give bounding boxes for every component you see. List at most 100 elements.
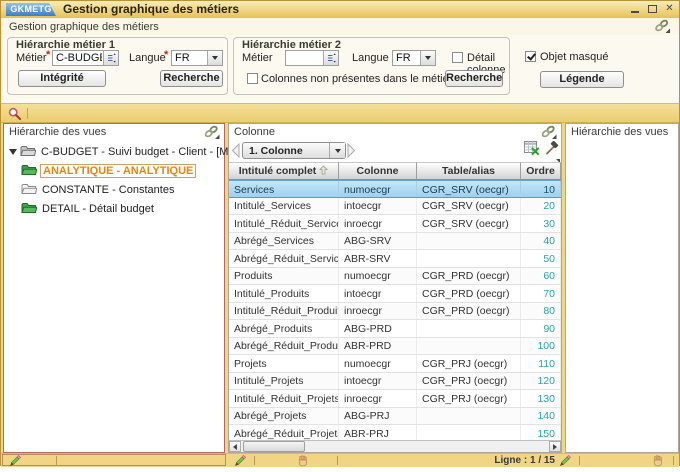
- transaction-code-tab[interactable]: GKMETG: [6, 3, 56, 16]
- metier2-label: Métier: [242, 52, 273, 64]
- table-row[interactable]: Abrégé_ProjetsABG-PRJ140: [229, 408, 561, 426]
- column-header-ordre[interactable]: Ordre: [521, 162, 561, 180]
- table-row[interactable]: Abrégé_Réduit_ProduitsABR-PRD100: [229, 338, 561, 356]
- recherche-button-2[interactable]: Recherche: [445, 70, 503, 87]
- column-toolbar: 1. Colonne: [229, 140, 561, 162]
- list-picker-icon[interactable]: [103, 51, 118, 65]
- cell-table-alias: CGR_PRJ (oecgr): [417, 373, 521, 390]
- column-header-table-alias[interactable]: Table/alias: [417, 162, 521, 180]
- recherche-button-1[interactable]: Recherche: [160, 70, 223, 87]
- column-header-intitule[interactable]: Intitulé complet: [229, 162, 339, 180]
- list-picker-icon[interactable]: [323, 51, 338, 65]
- cell-ordre: 10: [521, 181, 561, 197]
- cell-ordre: 40: [521, 233, 561, 250]
- column-header-label: Ordre: [526, 165, 555, 177]
- integrite-button[interactable]: Intégrité: [18, 70, 106, 87]
- table-row[interactable]: Intitulé_ServicesintoecgrCGR_SRV (oecgr)…: [229, 198, 561, 216]
- divider: [56, 456, 57, 465]
- table-row[interactable]: Intitulé_Réduit_ProjetsinroecgrCGR_PRJ (…: [229, 390, 561, 408]
- panel-title: Colonne: [234, 126, 275, 138]
- table-row[interactable]: Abrégé_ServicesABG-SRV40: [229, 233, 561, 251]
- cell-ordre: 50: [521, 250, 561, 267]
- divider: [254, 456, 255, 465]
- chevron-down-icon[interactable]: [420, 51, 435, 65]
- sort-asc-icon: [319, 165, 328, 178]
- view-selector-dropdown[interactable]: 1. Colonne: [242, 142, 346, 159]
- scroll-left-icon[interactable]: [229, 441, 241, 452]
- langue-value: FR: [175, 52, 206, 64]
- cell-table-alias: [417, 408, 521, 425]
- tree-item-label: CONSTANTE - Constantes: [40, 184, 176, 196]
- cell-ordre: 120: [521, 373, 561, 390]
- panel-title: Hiérarchie des vues: [571, 126, 668, 138]
- cell-intitule-complet: Abrégé_Projets: [229, 408, 339, 425]
- cell-ordre: 130: [521, 390, 561, 407]
- table-row[interactable]: Intitulé_ProduitsintoecgrCGR_PRD (oecgr)…: [229, 285, 561, 303]
- panel-hierarchie-des-vues-2: Hiérarchie des vues: [565, 123, 679, 453]
- metier2-combobox[interactable]: [285, 50, 339, 66]
- divider: [337, 456, 338, 465]
- chevron-down-icon[interactable]: [207, 51, 222, 65]
- panel-colonne: Colonne 1. Colonne: [228, 123, 562, 453]
- cell-ordre: 90: [521, 320, 561, 337]
- cell-intitule-complet: Produits: [229, 268, 339, 285]
- legende-button[interactable]: Légende: [540, 71, 624, 88]
- panel-header: Hiérarchie des vues: [4, 124, 224, 140]
- table-row[interactable]: Intitulé_Réduit_ServicesinroecgrCGR_SRV …: [229, 215, 561, 233]
- group-hierarchie-metier-1: Hiérarchie métier 1 Métier * C-BUDGET La…: [7, 37, 228, 95]
- cell-colonne: inroecgr: [339, 215, 417, 232]
- status-bar: Ligne : 1 / 15: [1, 453, 679, 467]
- table-row[interactable]: Intitulé_Réduit_ProduitsinroecgrCGR_PRD …: [229, 303, 561, 321]
- maximize-icon[interactable]: [647, 4, 658, 14]
- tools-hammer-icon[interactable]: [544, 141, 559, 161]
- app-window: GKMETG Gestion graphique des métiers ✕ G…: [0, 0, 680, 466]
- cell-colonne: numoecgr: [339, 268, 417, 285]
- table-row[interactable]: Abrégé_ProduitsABG-PRD90: [229, 320, 561, 338]
- table-row[interactable]: ServicesnumoecgrCGR_SRV (oecgr)10: [229, 180, 561, 198]
- cell-intitule-complet: Intitulé_Réduit_Produits: [229, 303, 339, 320]
- edit-pencil-icon: [234, 454, 247, 472]
- chevron-down-icon[interactable]: [329, 143, 345, 158]
- metier-value: C-BUDGET: [56, 52, 102, 64]
- tree-item-constante[interactable]: CONSTANTE - Constantes: [21, 182, 176, 197]
- cell-intitule-complet: Abrégé_Réduit_Produits: [229, 338, 339, 355]
- langue-dropdown[interactable]: FR: [171, 50, 223, 66]
- column-header-label: Table/alias: [442, 165, 495, 177]
- cell-table-alias: CGR_PRD (oecgr): [417, 268, 521, 285]
- objet-masque-checkbox[interactable]: [525, 51, 536, 62]
- previous-view-icon[interactable]: [231, 142, 240, 164]
- tree-collapse-icon[interactable]: [9, 149, 17, 155]
- drag-hand-icon: [297, 454, 309, 472]
- tree-item-detail[interactable]: DETAIL - Détail budget: [21, 201, 156, 216]
- divider: [27, 108, 28, 119]
- table-row[interactable]: Intitulé_ProjetsintoecgrCGR_PRJ (oecgr)1…: [229, 373, 561, 391]
- edit-pencil-icon: [559, 454, 572, 472]
- export-table-icon[interactable]: [524, 141, 540, 161]
- cell-colonne: ABR-PRD: [339, 338, 417, 355]
- minimize-icon[interactable]: [630, 4, 641, 14]
- divider: [579, 456, 580, 465]
- cell-table-alias: [417, 320, 521, 337]
- table-row[interactable]: ProjetsnumoecgrCGR_PRJ (oecgr)110: [229, 355, 561, 373]
- cell-table-alias: CGR_SRV (oecgr): [417, 181, 521, 197]
- metier-combobox[interactable]: C-BUDGET: [52, 50, 119, 66]
- scrollbar-thumb[interactable]: [243, 441, 305, 452]
- cell-intitule-complet: Abrégé_Produits: [229, 320, 339, 337]
- cell-colonne: ABR-SRV: [339, 250, 417, 267]
- link-chain-icon[interactable]: [203, 125, 220, 145]
- tree-item-analytique[interactable]: ANALYTIQUE - ANALYTIQUE: [21, 163, 196, 178]
- close-icon[interactable]: ✕: [664, 4, 675, 14]
- column-header-colonne[interactable]: Colonne: [339, 162, 417, 180]
- cell-table-alias: CGR_PRJ (oecgr): [417, 355, 521, 372]
- table-row[interactable]: ProduitsnumoecgrCGR_PRD (oecgr)60: [229, 268, 561, 286]
- colonnes-non-presentes-checkbox[interactable]: [247, 73, 258, 84]
- horizontal-scrollbar[interactable]: [229, 440, 561, 452]
- search-strip: [1, 103, 679, 123]
- langue2-label: Langue: [352, 52, 389, 64]
- table-row[interactable]: Abrégé_Réduit_ServicesABR-SRV50: [229, 250, 561, 268]
- scroll-right-icon[interactable]: [549, 441, 561, 452]
- next-view-icon[interactable]: [347, 142, 356, 164]
- detail-colonne-checkbox[interactable]: [452, 52, 463, 63]
- window-controls: ✕: [630, 4, 675, 14]
- langue2-dropdown[interactable]: FR: [392, 50, 436, 66]
